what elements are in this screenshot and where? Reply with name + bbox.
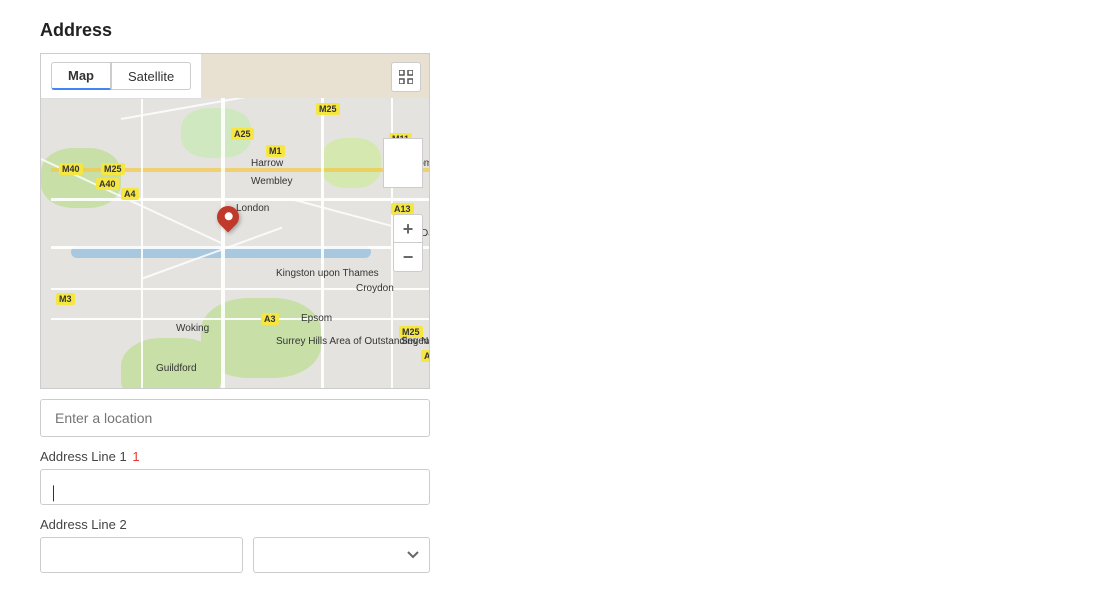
map-label-5: M1 <box>266 145 285 157</box>
map-label-10: A25 <box>231 128 254 140</box>
fullscreen-icon <box>399 70 413 84</box>
address-line1-label: Address Line 1 1 <box>40 449 430 464</box>
address-line2-text-input[interactable] <box>40 537 243 573</box>
map-label-21: Woking <box>176 323 209 334</box>
address-line1-input[interactable] <box>40 469 430 505</box>
road-v-3 <box>141 98 143 388</box>
map-label-6: A40 <box>96 178 119 190</box>
map-label-18: M3 <box>56 293 75 305</box>
map-background: M25M11M25A127M40M1A40HarrowWembleyRomfor… <box>41 98 430 388</box>
map-container: Map Satellite <box>40 53 430 389</box>
address-line1-wrapper <box>40 469 430 517</box>
map-label-16: Kingston upon Thames <box>276 268 379 279</box>
map-label-11: M25 <box>101 163 125 175</box>
road-h-3 <box>51 246 430 249</box>
zoom-out-button[interactable]: − <box>394 243 422 271</box>
address-line2-select[interactable] <box>253 537 430 573</box>
zoom-in-button[interactable]: + <box>394 215 422 243</box>
map-label-12: A4 <box>121 188 139 200</box>
address-line2-label: Address Line 2 <box>40 517 430 532</box>
map-label-17: Croydon <box>356 283 394 294</box>
map-label-24: Sevenoaks <box>401 336 430 347</box>
map-tab-map[interactable]: Map <box>51 62 111 90</box>
map-header: Map Satellite <box>41 54 201 99</box>
map-tab-satellite[interactable]: Satellite <box>111 62 191 90</box>
map-mini-box <box>383 138 423 188</box>
map-label-14: London <box>236 203 269 214</box>
form-area: Address Line 1 1 Address Line 2 <box>40 399 430 573</box>
map-image-area[interactable]: M25M11M25A127M40M1A40HarrowWembleyRomfor… <box>41 98 430 388</box>
section-title: Address <box>40 20 660 41</box>
map-label-19: Epsom <box>301 313 332 324</box>
map-label-7: Harrow <box>251 158 283 169</box>
fullscreen-button[interactable] <box>391 62 421 92</box>
map-zoom-controls: + − <box>393 214 423 272</box>
map-label-4: M40 <box>59 163 83 175</box>
required-marker: 1 <box>129 449 140 464</box>
green-area-3 <box>321 138 381 188</box>
marker-pin <box>212 201 243 232</box>
road-d-3 <box>291 198 407 231</box>
map-label-26: Guildford <box>156 363 197 374</box>
road-h-5 <box>51 318 430 320</box>
marker-dot <box>223 211 234 222</box>
map-tab-group: Map Satellite <box>51 62 191 90</box>
location-input[interactable] <box>40 399 430 437</box>
map-marker <box>216 206 240 236</box>
road-h-2 <box>51 198 430 201</box>
page-container: Address Map Satellite <box>0 0 700 593</box>
map-label-0: M25 <box>316 103 340 115</box>
address-line2-row <box>40 537 430 573</box>
map-label-8: Wembley <box>251 176 293 187</box>
map-label-20: A3 <box>261 313 279 325</box>
map-label-25: A21 <box>421 350 430 362</box>
